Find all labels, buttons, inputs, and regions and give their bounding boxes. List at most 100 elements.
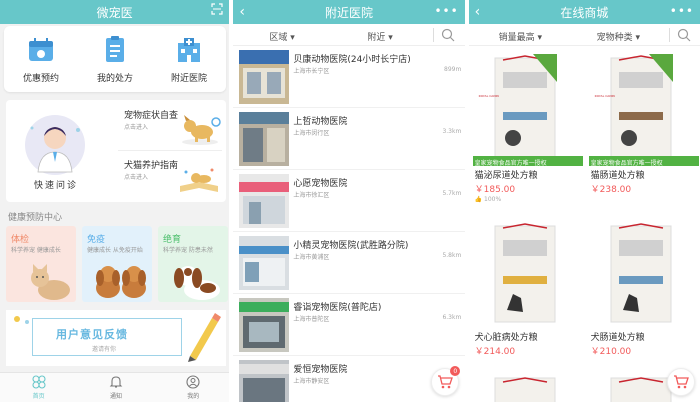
divider: [118, 150, 222, 151]
hospital-name: 贝康动物医院(24小时长宁店): [293, 55, 411, 65]
product-price: ￥214.00: [474, 347, 516, 357]
more-icon[interactable]: •••: [434, 2, 458, 20]
hospital-row[interactable]: 上哲动物医院 上海市闵行区 3.3km: [233, 108, 465, 170]
quick-label: 优惠预约: [22, 73, 59, 84]
home-title: 微宠医: [96, 5, 133, 20]
cart-button[interactable]: [666, 368, 695, 396]
hospital-area: 上海市长宁区: [293, 68, 330, 75]
health-card-title: 免疫: [87, 235, 106, 245]
health-card-title: 体检: [11, 235, 30, 245]
symptom-check-link[interactable]: 宠物症状自查: [124, 108, 178, 121]
back-icon[interactable]: ‹: [239, 3, 245, 21]
product-name: 猫泌尿道处方粮: [474, 171, 538, 181]
consult-card: 快速问诊 宠物症状自查 点击进入 犬猫养护指南 点击进入: [6, 100, 226, 202]
hospital-row[interactable]: 贝康动物医院(24小时长宁店) 上海市长宁区 899m: [233, 46, 465, 108]
product-stripe: 皇家宠物食品官方唯一授权: [590, 160, 663, 167]
hospital-distance: 5.8km: [442, 252, 462, 259]
user-icon: [186, 375, 200, 389]
nav-label: 我的: [187, 393, 200, 400]
calendar-icon: [29, 37, 53, 61]
dog-illustration: [174, 266, 220, 300]
hospital-name: 睿诣宠物医院(普陀店): [293, 303, 382, 313]
product-card[interactable]: [472, 368, 583, 402]
nearby-filter[interactable]: 附近 ▾: [367, 30, 392, 43]
hospital-distance: 6.3km: [442, 314, 462, 321]
care-guide-link[interactable]: 犬猫养护指南: [124, 158, 178, 171]
banner-sub: 邀请有你: [92, 346, 117, 353]
product-price: ￥238.00: [590, 185, 632, 195]
hospital-row[interactable]: 睿诣宠物医院(普陀店) 上海市普陀区 6.3km: [233, 294, 465, 356]
search-icon[interactable]: [441, 28, 455, 42]
home-screen: 微宠医 优惠预约 我的处方 附近医院 快速问诊 宠物症状自查 点击进入 犬猫养护…: [0, 0, 230, 402]
nav-label: 通知: [109, 393, 122, 400]
area-filter[interactable]: 区域 ▾: [269, 30, 294, 43]
nav-mine[interactable]: 我的: [163, 373, 223, 402]
home-topbar: 微宠医: [0, 0, 230, 24]
hospital-area: 上海市静安区: [293, 378, 330, 385]
product-card[interactable]: 犬肠道处方粮 ￥210.00: [588, 216, 699, 364]
quick-consult-label: 快速问诊: [34, 181, 79, 191]
home-icon: [32, 375, 46, 389]
product-rating-value: 100%: [484, 196, 502, 203]
hospitals-topbar: ‹ 附近医院 •••: [233, 0, 465, 24]
hospital-area: 上海市普陀区: [293, 316, 330, 323]
health-card-sub: 科学养宠 健康成长: [11, 247, 61, 254]
divider: [433, 28, 435, 42]
quick-item-hospital[interactable]: 附近医院: [154, 35, 224, 84]
quick-item-prescription[interactable]: 我的处方: [80, 35, 150, 84]
doctor-illustration[interactable]: [20, 110, 90, 180]
store-topbar: ‹ 在线商城 •••: [468, 0, 700, 24]
nav-home[interactable]: 首页: [9, 373, 69, 402]
care-guide-sub: 点击进入: [124, 174, 149, 181]
quick-label: 附近医院: [170, 73, 207, 84]
nav-label: 首页: [32, 393, 45, 400]
puppies-illustration: [96, 266, 146, 298]
hospital-photo: [239, 50, 290, 104]
product-rating: 👍 100%: [474, 196, 502, 203]
book-illustration: [180, 168, 218, 192]
health-card-vaccine[interactable]: 免疫 健康成长 从免疫开始: [82, 226, 152, 302]
sales-sort[interactable]: 销量最高 ▾: [499, 30, 542, 43]
product-card[interactable]: ROYAL CANIN 皇家宠物食品官方唯一授权 猫泌尿道处方粮 ￥185.00…: [472, 48, 583, 210]
cat-illustration: [31, 264, 70, 300]
filter-bar: 销量最高 ▾ 宠物种类 ▾: [468, 24, 700, 46]
hospital-area: 上海市闵行区: [293, 130, 330, 137]
back-icon[interactable]: ‹: [475, 3, 481, 21]
health-card-title: 绝育: [163, 235, 182, 245]
pencil-illustration: [188, 313, 221, 362]
cart-icon: [673, 375, 689, 389]
health-card-neuter[interactable]: 绝育 科学养宠 防患未然: [158, 226, 228, 302]
search-icon[interactable]: [677, 28, 691, 42]
product-name: 猫肠道处方粮: [590, 171, 645, 181]
feedback-banner[interactable]: 用户意见反馈 邀请有你: [6, 310, 226, 366]
online-store-screen: ‹ 在线商城 ••• 销量最高 ▾ 宠物种类 ▾ ROYAL CANIN 皇家宠…: [468, 0, 700, 402]
sales-sort-label: 销量最高: [498, 33, 535, 43]
product-card[interactable]: 犬心脏病处方粮 ￥214.00: [472, 216, 583, 364]
scan-icon[interactable]: [211, 2, 223, 20]
hospital-row[interactable]: 心愿宠物医院 上海市徐汇区 5.7km: [233, 170, 465, 232]
pet-type-label: 宠物种类: [596, 33, 633, 43]
dog-illustration: [182, 115, 221, 145]
product-image: [494, 223, 556, 323]
quick-item-appointment[interactable]: 优惠预约: [6, 35, 76, 84]
product-card[interactable]: ROYAL CANIN 皇家宠物食品官方唯一授权 猫肠道处方粮 ￥238.00: [588, 48, 699, 210]
product-name: 犬心脏病处方粮: [474, 333, 538, 343]
hospital-row[interactable]: 小精灵宠物医院(武胜路分院) 上海市黄浦区 5.8km: [233, 232, 465, 294]
health-card-sub: 科学养宠 防患未然: [163, 247, 213, 254]
health-card-checkup[interactable]: 体检 科学养宠 健康成长: [6, 226, 76, 302]
pet-type-filter[interactable]: 宠物种类 ▾: [597, 30, 640, 43]
hospital-name: 爱恒宠物医院: [293, 365, 348, 375]
more-icon[interactable]: •••: [670, 2, 694, 20]
product-price: ￥185.00: [474, 185, 516, 195]
divider: [668, 28, 670, 42]
hospital-distance: 3.3km: [442, 128, 462, 135]
hospital-row[interactable]: 爱恒宠物医院 上海市静安区: [233, 356, 465, 402]
product-image: [610, 223, 672, 323]
nav-notify[interactable]: 通知: [86, 373, 146, 402]
nearby-hospitals-screen: ‹ 附近医院 ••• 区域 ▾ 附近 ▾ 贝康动物医院(24小时长宁店) 上海市…: [233, 0, 465, 402]
product-image: [494, 377, 556, 402]
decoration-icon: [14, 316, 29, 324]
hospital-area: 上海市黄浦区: [293, 254, 330, 261]
quick-label: 我的处方: [96, 73, 133, 84]
bottom-nav: 首页 通知 我的: [0, 372, 230, 402]
